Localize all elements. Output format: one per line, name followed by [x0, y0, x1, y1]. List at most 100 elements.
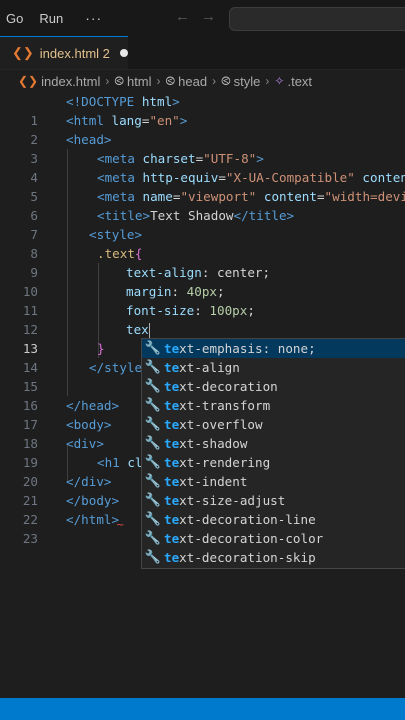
line-number: 23	[22, 531, 38, 546]
code-text: tex	[126, 322, 150, 339]
code-line[interactable]: 1 <!DOCTYPE html>	[0, 92, 405, 128]
suggestion-label: xt-overflow	[179, 417, 263, 432]
breadcrumb-head[interactable]: ⧀ head	[166, 74, 208, 89]
code-text: </style	[89, 360, 143, 375]
suggestion-label: xt-rendering	[179, 455, 271, 470]
breadcrumb: ❮❯ index.html › ⧀ html › ⧀ head › ⧀ styl…	[0, 70, 405, 92]
breadcrumb-selector[interactable]: ✧ .text	[274, 74, 312, 89]
code-text: </body>	[66, 493, 120, 508]
code-text: <meta charset="UTF-8">	[97, 151, 264, 166]
code-line[interactable]: 12 font-size: 100px;	[0, 301, 405, 337]
code-line[interactable]: 13 tex	[0, 320, 405, 356]
breadcrumb-file[interactable]: ❮❯ index.html	[0, 74, 100, 89]
code-text: </head>	[66, 398, 120, 413]
symbol-icon: ✧	[274, 74, 285, 88]
tab-bar: ❮❯ index.html 2	[0, 36, 405, 70]
code-line[interactable]: 10 text-align: center;	[0, 263, 405, 299]
suggestion-item[interactable]: 🔧 te xt-decoration-color	[142, 529, 405, 548]
suggestion-item[interactable]: 🔧 te xt-decoration-line	[142, 510, 405, 529]
code-text: <body>	[66, 417, 112, 432]
code-line[interactable]: 3 <head>	[0, 130, 405, 166]
breadcrumb-selector-label: .text	[287, 73, 313, 89]
code-line[interactable]: 6 <meta name="viewport" content="width=d…	[0, 187, 405, 223]
code-line[interactable]: 11 margin: 40px;	[0, 282, 405, 318]
code-line[interactable]: 7 <title>Text Shadow</title>	[0, 206, 405, 242]
command-center-input[interactable]	[229, 7, 405, 31]
chevron-right-icon: ›	[156, 74, 161, 88]
code-text: </div>	[66, 474, 112, 489]
suggestion-label: xt-emphasis: none;	[179, 341, 316, 356]
code-text: <title>Text Shadow</title>	[97, 208, 295, 223]
wrench-icon: 🔧	[144, 341, 162, 356]
suggestion-match: te	[164, 493, 180, 508]
breadcrumb-head-label: head	[178, 73, 208, 89]
menu-go[interactable]: Go	[6, 11, 23, 26]
suggestion-item[interactable]: 🔧 te xt-rendering	[142, 453, 405, 472]
suggestion-match: te	[164, 474, 180, 489]
breadcrumb-html[interactable]: ⧀ html	[114, 74, 151, 89]
unsaved-dot-icon[interactable]	[119, 49, 128, 57]
suggestion-label: xt-decoration	[179, 379, 278, 394]
breadcrumb-style[interactable]: ⧀ style	[221, 74, 260, 89]
suggestion-match: te	[164, 531, 180, 546]
code-text: .text{	[97, 246, 143, 261]
suggestion-label: xt-decoration-line	[179, 512, 316, 527]
suggestion-item[interactable]: 🔧 te xt-shadow	[142, 434, 405, 453]
suggestion-item[interactable]: 🔧 te xt-size-adjust	[142, 491, 405, 510]
code-text: <meta http-equiv="X-UA-Compatible" conte…	[97, 170, 405, 185]
code-line[interactable]: 2 <html lang="en">	[0, 111, 405, 147]
element-icon: ⧀	[221, 73, 231, 88]
autocomplete-suggestions[interactable]: 🔧 te xt-emphasis: none; 🔧 te xt-align 🔧 te…	[141, 338, 405, 569]
html-file-icon: ❮❯	[18, 74, 39, 88]
suggestion-match: te	[164, 550, 180, 565]
wrench-icon: 🔧	[144, 512, 162, 527]
code-text: text-align: center;	[126, 265, 271, 280]
suggestion-label: xt-transform	[179, 398, 271, 413]
code-text: <meta name="viewport" content="width=dev…	[97, 189, 405, 204]
arrow-left-icon[interactable]: ←	[175, 8, 190, 25]
html-file-icon: ❮❯	[12, 45, 34, 60]
arrow-right-icon[interactable]: →	[201, 8, 216, 25]
wrench-icon: 🔧	[144, 436, 162, 451]
code-line[interactable]: 8 <style>	[0, 225, 405, 261]
suggestion-match: te	[164, 455, 180, 470]
code-text: <!DOCTYPE html>	[66, 94, 180, 109]
code-line[interactable]: 5 <meta http-equiv="X-UA-Compatible" con…	[0, 168, 405, 204]
element-icon: ⧀	[114, 73, 124, 88]
wrench-icon: 🔧	[144, 417, 162, 432]
more-menu-icon[interactable]: ···	[85, 10, 102, 26]
code-text: font-size: 100px;	[126, 303, 255, 318]
breadcrumb-file-label: index.html	[41, 73, 101, 89]
code-line[interactable]: 4 <meta charset="UTF-8">	[0, 149, 405, 185]
suggestion-match: te	[164, 512, 180, 527]
code-line[interactable]: 9 .text{	[0, 244, 405, 280]
chevron-right-icon: ›	[212, 74, 217, 88]
suggestion-item[interactable]: 🔧 te xt-decoration	[142, 377, 405, 396]
suggestion-item[interactable]: 🔧 te xt-transform	[142, 396, 405, 415]
suggestion-label: xt-shadow	[179, 436, 248, 451]
code-text: <html lang="en">	[66, 113, 188, 128]
suggestion-item[interactable]: 🔧 te xt-overflow	[142, 415, 405, 434]
code-text: <head>	[66, 132, 112, 147]
code-text: margin: 40px;	[126, 284, 225, 299]
wrench-icon: 🔧	[144, 379, 162, 394]
wrench-icon: 🔧	[144, 531, 162, 546]
chevron-right-icon: ›	[105, 74, 110, 88]
suggestion-match: te	[164, 398, 180, 413]
status-bar	[0, 698, 405, 720]
suggestion-label: xt-align	[179, 360, 240, 375]
tab-index-html[interactable]: ❮❯ index.html 2	[0, 36, 128, 69]
menu-run[interactable]: Run	[39, 11, 63, 26]
suggestion-item[interactable]: 🔧 te xt-align	[142, 358, 405, 377]
wrench-icon: 🔧	[144, 398, 162, 413]
suggestion-item[interactable]: 🔧 te xt-indent	[142, 472, 405, 491]
title-bar: Go Run ··· ← →	[0, 0, 405, 36]
wrench-icon: 🔧	[144, 360, 162, 375]
suggestion-item[interactable]: 🔧 te xt-decoration-skip	[142, 548, 405, 567]
suggestion-label: xt-decoration-color	[179, 531, 324, 546]
element-icon: ⧀	[165, 73, 176, 88]
code-text: }	[97, 341, 105, 356]
wrench-icon: 🔧	[144, 474, 162, 489]
suggestion-item[interactable]: 🔧 te xt-emphasis: none;	[142, 339, 405, 358]
text-cursor	[148, 322, 150, 339]
